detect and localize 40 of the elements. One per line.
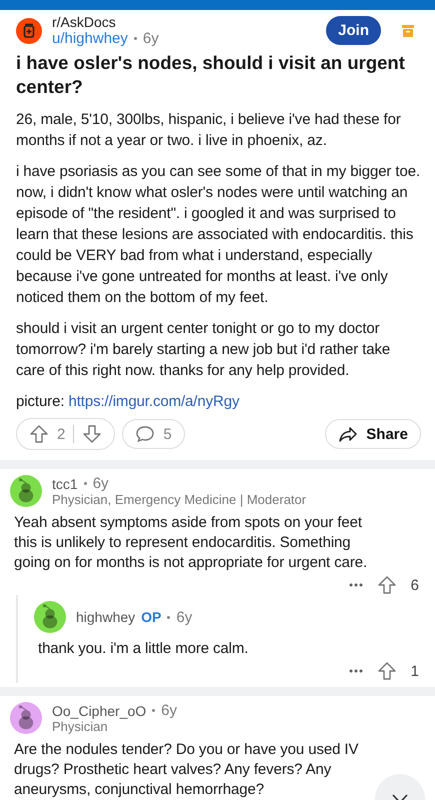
- comments-button[interactable]: 5: [122, 419, 185, 450]
- separator-dot: [84, 482, 87, 486]
- vote-count: 2: [57, 426, 66, 443]
- post-author[interactable]: u/highwhey: [52, 30, 128, 47]
- user-flair: Physician, Emergency Medicine | Moderator: [52, 492, 306, 508]
- comment-age: 6y: [92, 475, 109, 492]
- imgur-link[interactable]: https://imgur.com/a/nyRgy: [68, 393, 240, 410]
- comment-author[interactable]: Oo_Cipher_oO: [52, 702, 146, 719]
- comment-author[interactable]: tcc1: [52, 476, 78, 492]
- post-paragraph: 26, male, 5'10, 300lbs, hispanic, i believe i've had these for months if not a year or two. i live in phoenix, az.: [16, 110, 402, 152]
- comment-icon: [135, 424, 156, 444]
- vote-count: 6: [410, 576, 419, 594]
- user-flair: Physician: [52, 719, 109, 734]
- post-age: 6y: [142, 30, 159, 47]
- post-paragraph: i have psoriasis as you can see some of that in my bigger toe. now, i didn't know what osler's nodes were until watching an episode of "the resident". i googled it and was surprised to learn that these lesions are associated with endocarditis. this could be VERY bad from what i understand, especially because i've gone untreated for months at least. i've only noticed them on the bottom of my feet.: [16, 162, 421, 308]
- separator-dot: [167, 616, 170, 619]
- op-tag: OP: [141, 609, 162, 626]
- comment-text: Are the nodules tender? Do you or have you used IV drugs? Prosthetic heart valves? Any fevers? Any aneurysms, conjunctival hemorrhage?: [14, 740, 360, 800]
- comment-author[interactable]: highwhey: [76, 609, 136, 626]
- comment-age: 6y: [176, 608, 192, 626]
- more-options-icon[interactable]: [348, 669, 363, 674]
- upvote-icon[interactable]: [376, 661, 397, 682]
- comment-text: thank you. i'm a little more calm.: [38, 639, 250, 660]
- separator-dot: [152, 709, 156, 712]
- post-paragraph: should i visit an urgent center tonight or go to my doctor tomorrow? i'm barely starting a new job but i'd rather take care of this right now. thanks for any help provided.: [16, 319, 392, 382]
- upvote-icon[interactable]: [376, 575, 397, 596]
- downvote-icon[interactable]: [82, 424, 102, 444]
- link-label: picture:: [16, 393, 64, 410]
- archive-icon: [401, 24, 415, 38]
- more-options-icon[interactable]: [348, 583, 363, 588]
- upvote-icon[interactable]: [29, 424, 49, 444]
- vote-count: 1: [410, 662, 419, 680]
- subreddit-icon[interactable]: [16, 18, 42, 44]
- comment-text: Yeah absent symptoms aside from spots on your feet this is unlikely to represent endocarditis. Something going on for months is not appropriate for urgent care.: [14, 513, 368, 574]
- separator-dot: [134, 37, 137, 40]
- share-button[interactable]: Share: [325, 419, 421, 450]
- subreddit-name[interactable]: r/AskDocs: [52, 14, 316, 30]
- post-title: i have osler's nodes, should i visit an urgent center?: [16, 51, 406, 100]
- join-button[interactable]: Join: [326, 16, 381, 45]
- comment-age: 6y: [161, 702, 178, 720]
